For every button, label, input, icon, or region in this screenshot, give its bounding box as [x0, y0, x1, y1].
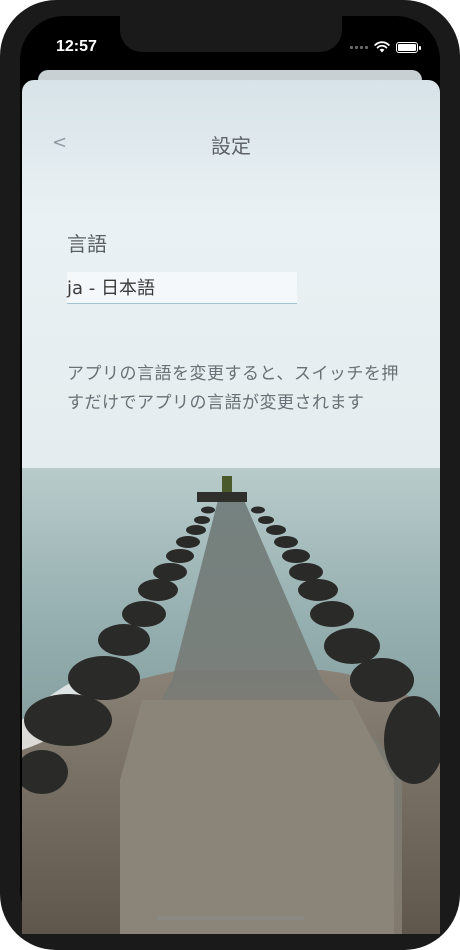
status-time: 12:57: [56, 38, 97, 55]
battery-icon: [396, 41, 421, 53]
language-select[interactable]: ja - 日本語: [67, 272, 297, 304]
pier-background-image: [22, 80, 440, 934]
notch: [120, 16, 342, 52]
status-icons: [350, 40, 421, 54]
settings-sheet: < 設定 言語 ja - 日本語 アプリの言語を変更すると、スイッチを押すだけで…: [22, 80, 440, 934]
home-indicator[interactable]: [157, 916, 305, 920]
wifi-icon: [374, 41, 390, 53]
page-title: 設定: [211, 134, 251, 158]
language-description: アプリの言語を変更すると、スイッチを押すだけでアプリの言語が変更されます: [67, 364, 399, 413]
phone-frame: 12:57 < 設定 言語 ja - 日本語 アプリの言語を変更すると、スイッチ…: [0, 0, 460, 950]
signal-icon: [350, 45, 368, 49]
language-label: 言語: [67, 232, 107, 256]
